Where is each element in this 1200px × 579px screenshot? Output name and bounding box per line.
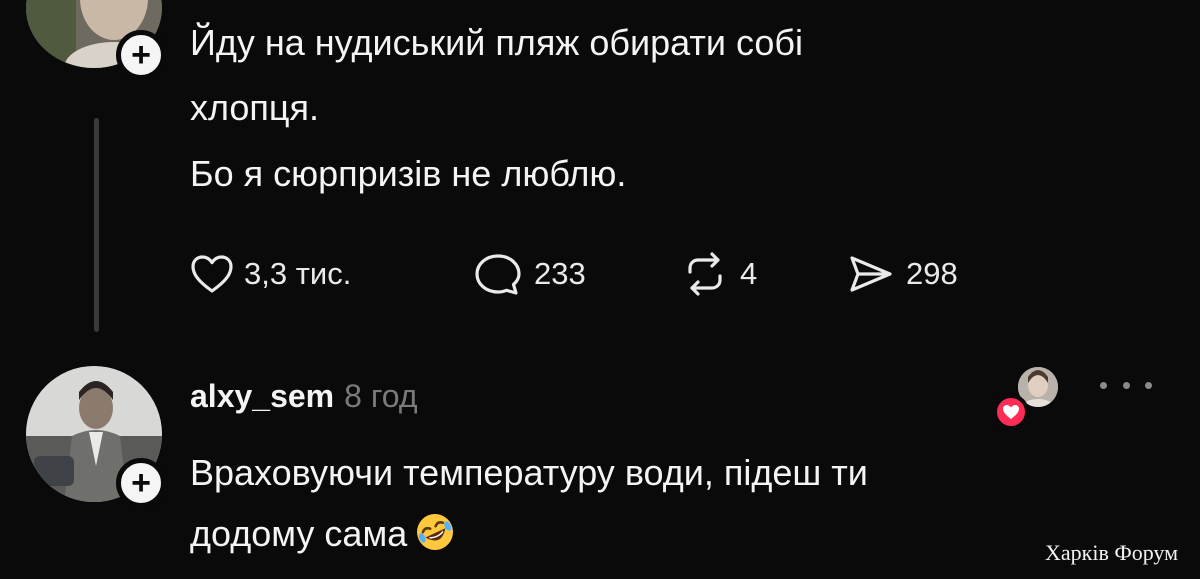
follow-plus-button-reply[interactable]: + xyxy=(116,458,166,508)
liked-heart-icon xyxy=(993,394,1029,430)
send-icon xyxy=(846,252,896,296)
more-dot-icon xyxy=(1145,381,1152,389)
like-count: 3,3 тис. xyxy=(244,256,352,291)
reply-text-line-2: додому сама xyxy=(190,513,408,554)
follow-plus-button[interactable]: + xyxy=(116,30,166,80)
more-dot-icon xyxy=(1100,381,1107,389)
comment-count: 233 xyxy=(534,256,586,291)
rolling-on-floor-laughing-emoji-icon xyxy=(415,512,455,552)
reply-header: alxy_sem 8 год xyxy=(190,378,418,415)
reply-text-line-2-wrap: додому сама xyxy=(190,512,455,555)
more-dot-icon xyxy=(1122,381,1130,389)
post-text-line-1: Йду на нудиський пляж обирати собі xyxy=(190,22,804,63)
repost-icon xyxy=(680,252,730,296)
like-button[interactable]: 3,3 тис. xyxy=(190,252,351,296)
reply-text-line-1: Враховуючи температуру води, підеш ти xyxy=(190,452,868,493)
comment-bubble-icon xyxy=(472,252,524,296)
more-options-button[interactable] xyxy=(1100,373,1152,397)
reply-username[interactable]: alxy_sem xyxy=(190,378,334,414)
heart-icon xyxy=(190,254,234,294)
watermark-text: Харків Форум xyxy=(1045,540,1179,565)
post-text-line-3: Бо я сюрпризів не люблю. xyxy=(190,153,627,194)
repost-button[interactable]: 4 xyxy=(680,252,757,296)
post-text-line-2: хлопця. xyxy=(190,87,320,128)
share-button[interactable]: 298 xyxy=(846,252,958,296)
thread-connector-line xyxy=(94,118,99,332)
comment-button[interactable]: 233 xyxy=(472,252,586,296)
repost-count: 4 xyxy=(740,256,758,291)
reply-timestamp: 8 год xyxy=(344,378,418,414)
share-count: 298 xyxy=(906,256,958,291)
